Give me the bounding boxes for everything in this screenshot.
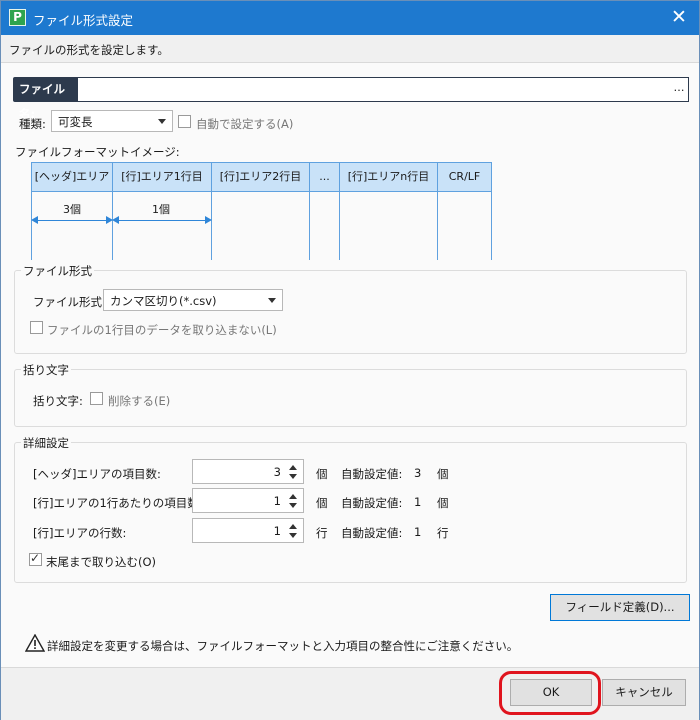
spin-down-icon[interactable] bbox=[289, 474, 297, 479]
file-format-group-title: ファイル形式 bbox=[21, 263, 94, 279]
file-format-label: ファイル形式: bbox=[33, 295, 106, 309]
header-auto-label: 自動設定値: bbox=[341, 467, 403, 481]
row-span-arrow bbox=[116, 220, 208, 221]
row-count-auto-label: 自動設定値: bbox=[341, 526, 403, 540]
kind-select-value: 可変長 bbox=[58, 115, 93, 129]
format-cell-crlf: CR/LF bbox=[437, 162, 492, 192]
skip-first-row-checkbox[interactable] bbox=[30, 321, 43, 334]
header-item-count-value: 3 bbox=[273, 465, 281, 479]
spin-down-icon[interactable] bbox=[289, 533, 297, 538]
read-to-end-checkbox[interactable] bbox=[29, 551, 42, 566]
detail-settings-group-title: 詳細設定 bbox=[21, 435, 71, 451]
row-count-unit: 行 bbox=[316, 526, 328, 540]
diagram-divider bbox=[437, 192, 438, 260]
file-format-group bbox=[14, 270, 687, 354]
diagram-divider bbox=[112, 192, 113, 260]
file-format-select[interactable]: カンマ区切り(*.csv) bbox=[103, 289, 283, 311]
row-count-label: [行]エリアの行数: bbox=[33, 526, 127, 540]
header-count-label: 3個 bbox=[63, 203, 81, 216]
row-item-auto-value: 1 bbox=[414, 495, 422, 509]
row-item-auto-unit: 個 bbox=[437, 496, 449, 510]
field-definition-button[interactable]: フィールド定義(D)... bbox=[550, 594, 690, 621]
format-cell-header: [ヘッダ]エリア bbox=[31, 162, 113, 192]
header-item-count-stepper[interactable]: 3 bbox=[192, 459, 304, 484]
kind-select[interactable]: 可変長 bbox=[51, 110, 173, 132]
row-item-count-stepper[interactable]: 1 bbox=[192, 488, 304, 513]
subtitle-text: ファイルの形式を設定します。 bbox=[9, 43, 169, 57]
diagram-divider bbox=[491, 192, 492, 260]
warning-text: 詳細設定を変更する場合は、ファイルフォーマットと入力項目の整合性にご注意ください… bbox=[47, 639, 519, 653]
row-item-auto-label: 自動設定値: bbox=[341, 496, 403, 510]
header-auto-unit: 個 bbox=[437, 467, 449, 481]
diagram-divider bbox=[31, 192, 32, 260]
chevron-down-icon bbox=[158, 119, 166, 124]
arrow-right-icon bbox=[205, 216, 212, 224]
enclosure-group-title: 括り文字 bbox=[21, 362, 71, 378]
title-bar: P ファイル形式設定 ✕ bbox=[1, 1, 699, 35]
row-item-count-label: [行]エリアの1行あたりの項目数: bbox=[33, 496, 203, 510]
row-item-count-unit: 個 bbox=[316, 496, 328, 510]
file-name-input[interactable] bbox=[77, 77, 689, 102]
diagram-divider bbox=[339, 192, 340, 260]
format-cell-row2: [行]エリア2行目 bbox=[211, 162, 310, 192]
read-to-end-label: 末尾まで取り込む(O) bbox=[46, 555, 157, 569]
format-cell-ellipsis: ... bbox=[309, 162, 340, 192]
browse-icon[interactable]: … bbox=[671, 79, 687, 99]
chevron-down-icon bbox=[268, 298, 276, 303]
header-span-arrow bbox=[35, 220, 109, 221]
delete-enclosure-checkbox[interactable] bbox=[90, 392, 103, 405]
diagram-divider bbox=[309, 192, 310, 260]
delete-enclosure-label: 削除する(E) bbox=[108, 394, 171, 408]
format-image-label: ファイルフォーマットイメージ: bbox=[15, 145, 180, 159]
close-icon[interactable]: ✕ bbox=[665, 4, 693, 32]
format-image-diagram: [ヘッダ]エリア [行]エリア1行目 [行]エリア2行目 ... [行]エリアn… bbox=[31, 162, 492, 260]
header-item-count-label: [ヘッダ]エリアの項目数: bbox=[33, 467, 161, 481]
row-count-stepper[interactable]: 1 bbox=[192, 518, 304, 543]
kind-label: 種類: bbox=[19, 117, 46, 131]
window-title: ファイル形式設定 bbox=[33, 13, 134, 28]
ok-button-highlight bbox=[499, 671, 601, 715]
app-icon: P bbox=[9, 9, 26, 26]
header-item-count-unit: 個 bbox=[316, 467, 328, 481]
format-cell-rown: [行]エリアn行目 bbox=[339, 162, 438, 192]
row-count-label: 1個 bbox=[152, 203, 170, 216]
diagram-divider bbox=[211, 192, 212, 260]
skip-first-row-label: ファイルの1行目のデータを取り込まない(L) bbox=[47, 323, 277, 337]
row-item-count-value: 1 bbox=[273, 494, 281, 508]
arrow-left-icon bbox=[112, 216, 119, 224]
enclosure-label: 括り文字: bbox=[33, 394, 83, 408]
row-count-auto-unit: 行 bbox=[437, 526, 449, 540]
header-auto-value: 3 bbox=[414, 466, 422, 480]
cancel-button[interactable]: キャンセル bbox=[602, 679, 686, 706]
subtitle-bar: ファイルの形式を設定します。 bbox=[1, 35, 699, 63]
auto-set-label: 自動で設定する(A) bbox=[196, 117, 294, 131]
spin-up-icon[interactable] bbox=[289, 465, 297, 470]
arrow-left-icon bbox=[31, 216, 38, 224]
spin-up-icon[interactable] bbox=[289, 494, 297, 499]
spin-up-icon[interactable] bbox=[289, 524, 297, 529]
auto-set-checkbox[interactable] bbox=[178, 115, 191, 128]
row-count-value: 1 bbox=[273, 524, 281, 538]
spin-down-icon[interactable] bbox=[289, 503, 297, 508]
file-format-dialog: P ファイル形式設定 ✕ ファイルの形式を設定します。 ファイル名: … 種類:… bbox=[0, 0, 700, 720]
row-count-auto-value: 1 bbox=[414, 525, 422, 539]
file-format-select-value: カンマ区切り(*.csv) bbox=[110, 294, 217, 308]
format-cell-row1: [行]エリア1行目 bbox=[112, 162, 212, 192]
warning-icon bbox=[25, 634, 45, 652]
file-name-label: ファイル名: bbox=[13, 77, 79, 121]
